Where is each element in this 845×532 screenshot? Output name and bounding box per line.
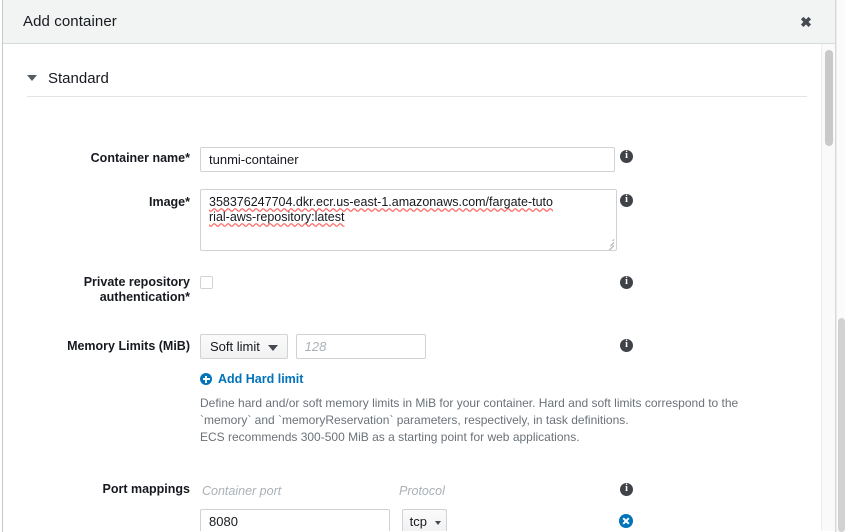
- protocol-select[interactable]: tcp: [401, 509, 447, 531]
- protocol-value: tcp: [409, 514, 427, 529]
- add-hard-limit-button[interactable]: Add Hard limit: [200, 372, 303, 386]
- modal-body: Standard Container name* i Image* 358376…: [3, 44, 835, 531]
- container-port-input[interactable]: [200, 509, 390, 531]
- memory-limits-label: Memory Limits (MiB): [67, 339, 190, 353]
- help-line-2: `memory` and `memoryReservation` paramet…: [200, 413, 629, 427]
- form-content: Standard Container name* i Image* 358376…: [3, 44, 823, 531]
- help-line-1: Define hard and/or soft memory limits in…: [200, 396, 739, 410]
- plus-circle-icon: [200, 373, 212, 385]
- memory-limit-type-select[interactable]: Soft limit: [200, 334, 288, 359]
- page-scrollbar[interactable]: [836, 0, 845, 532]
- private-repo-auth-label: Private repository authentication*: [83, 275, 190, 304]
- section-standard: Standard: [27, 66, 807, 97]
- column-header-container-port: Container port: [202, 484, 282, 498]
- info-icon[interactable]: i: [620, 276, 633, 289]
- resize-handle-icon[interactable]: [603, 237, 615, 250]
- add-container-modal: Add container ✖ Standard Container name*…: [2, 0, 836, 532]
- page-title: Add container: [23, 13, 117, 30]
- help-line-3: ECS recommends 300-500 MiB as a starting…: [200, 430, 580, 444]
- page-scrollbar-thumb[interactable]: [838, 318, 845, 532]
- chevron-down-icon: [268, 345, 278, 351]
- section-divider: [27, 96, 807, 97]
- container-name-label: Container name*: [90, 151, 190, 165]
- chevron-down-icon[interactable]: [27, 75, 37, 81]
- image-value: 358376247704.dkr.ecr.us-east-1.amazonaws…: [209, 195, 553, 224]
- delete-circle-icon[interactable]: [619, 514, 633, 528]
- container-name-input[interactable]: [200, 147, 615, 172]
- column-header-protocol: Protocol: [399, 484, 445, 498]
- image-label: Image*: [149, 195, 190, 209]
- modal-header: Add container ✖: [3, 0, 835, 44]
- info-icon[interactable]: i: [620, 150, 633, 163]
- modal-scrollbar[interactable]: [821, 44, 835, 531]
- close-icon[interactable]: ✖: [797, 13, 815, 31]
- section-title[interactable]: Standard: [48, 70, 109, 87]
- info-icon[interactable]: i: [620, 339, 633, 352]
- modal-scrollbar-thumb[interactable]: [825, 50, 833, 146]
- add-hard-limit-label: Add Hard limit: [218, 372, 304, 386]
- memory-limit-amount-input[interactable]: [295, 334, 426, 359]
- chevron-down-icon: [434, 521, 441, 525]
- private-repo-auth-checkbox[interactable]: [200, 276, 213, 289]
- port-mappings-label: Port mappings: [102, 482, 190, 496]
- memory-limit-type-value: Soft limit: [210, 339, 260, 354]
- info-icon[interactable]: i: [620, 483, 633, 496]
- image-textarea[interactable]: 358376247704.dkr.ecr.us-east-1.amazonaws…: [200, 189, 617, 251]
- info-icon[interactable]: i: [620, 194, 633, 207]
